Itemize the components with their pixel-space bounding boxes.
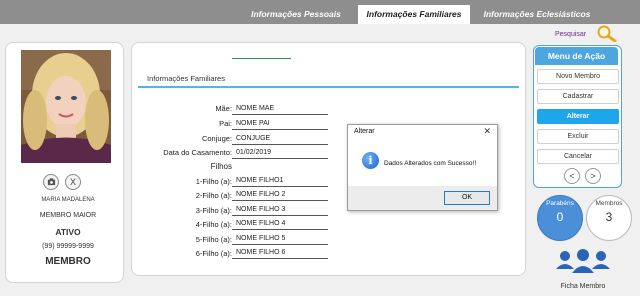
- child-6-underline: [232, 258, 328, 259]
- spouse-underline: [232, 144, 328, 145]
- members-value: 3: [605, 210, 613, 224]
- delete-button[interactable]: Excluir: [537, 129, 619, 144]
- section-title: Informações Familiares: [147, 74, 225, 83]
- camera-icon: [47, 178, 55, 186]
- child-4-field[interactable]: NOME FILHO 4: [236, 220, 285, 227]
- child-4-underline: [232, 229, 328, 230]
- child-5-label: 5-Filho (a):: [195, 235, 232, 244]
- children-title: Filhos: [210, 162, 232, 171]
- mother-label: Mãe:: [215, 104, 232, 113]
- member-role: MEMBRO MAIOR: [39, 212, 97, 219]
- child-4-label: 4-Filho (a):: [195, 220, 232, 229]
- member-photo: [21, 50, 111, 163]
- child-2-label: 2-Filho (a):: [195, 191, 232, 200]
- group-users-icon: [556, 249, 610, 273]
- action-menu-title: Menu de Ação: [535, 47, 618, 65]
- member-phone: (99) 99999-9999: [42, 243, 94, 250]
- dialog-close-button[interactable]: ✕: [483, 126, 491, 137]
- info-icon: i: [362, 152, 379, 169]
- child-1-underline: [232, 186, 328, 187]
- register-button[interactable]: Cadastrar: [537, 89, 619, 104]
- member-card-button[interactable]: [553, 247, 613, 284]
- child-6-field[interactable]: NOME FILHO 6: [236, 249, 285, 256]
- child-3-field[interactable]: NOME FILHO 3: [236, 206, 285, 213]
- child-1-label: 1-Filho (a):: [195, 177, 232, 186]
- member-name: MARIA MADALENA: [41, 197, 95, 203]
- dialog-message: Dados Alterados com Sucesso!!: [384, 160, 477, 167]
- new-member-button[interactable]: Novo Membro: [537, 69, 619, 84]
- edit-button[interactable]: Alterar: [537, 109, 619, 124]
- members-label: Membros: [595, 200, 623, 207]
- wedding-date-label: Data do Casamento:: [163, 148, 232, 157]
- member-status: ATIVO: [55, 227, 81, 237]
- birthdays-label: Parabéns: [546, 200, 574, 207]
- magnifier-icon: [597, 25, 617, 43]
- dialog-footer: OK: [348, 186, 497, 210]
- father-label: Pai:: [219, 119, 232, 128]
- dialog-title: Alterar: [354, 128, 375, 135]
- remove-photo-button[interactable]: X: [65, 174, 81, 190]
- section-divider: [138, 86, 519, 88]
- next-record-button[interactable]: >: [585, 168, 601, 184]
- birthdays-value: 0: [556, 210, 564, 224]
- spouse-label: Conjuge:: [201, 134, 232, 143]
- tab-informacoes-pessoais[interactable]: Informações Pessoais: [244, 5, 348, 24]
- tab-informacoes-familiares[interactable]: Informações Familiares: [358, 5, 470, 24]
- decorative-divider: [232, 58, 291, 59]
- wedding-date-underline: [232, 158, 328, 159]
- child-2-field[interactable]: NOME FILHO 2: [236, 191, 285, 198]
- father-underline: [232, 129, 328, 130]
- previous-record-button[interactable]: <: [564, 168, 580, 184]
- mother-field[interactable]: NOME MAE: [236, 105, 274, 112]
- wedding-date-field[interactable]: 01/02/2019: [236, 149, 271, 156]
- camera-button[interactable]: [43, 174, 59, 190]
- search-button[interactable]: [595, 24, 617, 47]
- member-card-label: Ficha Membro: [560, 283, 606, 290]
- cancel-button[interactable]: Cancelar: [537, 149, 619, 164]
- spouse-field[interactable]: CONJUGE: [236, 135, 270, 142]
- mother-underline: [232, 114, 328, 115]
- ok-button[interactable]: OK: [444, 191, 490, 205]
- child-1-field[interactable]: NOME FILHO1: [236, 177, 283, 184]
- child-2-underline: [232, 200, 328, 201]
- search-label[interactable]: Pesquisar: [555, 31, 586, 38]
- child-3-label: 3-Filho (a):: [195, 206, 232, 215]
- member-type: MEMBRO: [45, 256, 91, 267]
- child-5-field[interactable]: NOME FILHO 5: [236, 235, 285, 242]
- father-field[interactable]: NOME PAI: [236, 120, 270, 127]
- child-5-underline: [232, 244, 328, 245]
- child-3-underline: [232, 215, 328, 216]
- tab-informacoes-eclesiasticos[interactable]: Informações Eclesiásticos: [478, 5, 596, 24]
- child-6-label: 6-Filho (a):: [195, 249, 232, 258]
